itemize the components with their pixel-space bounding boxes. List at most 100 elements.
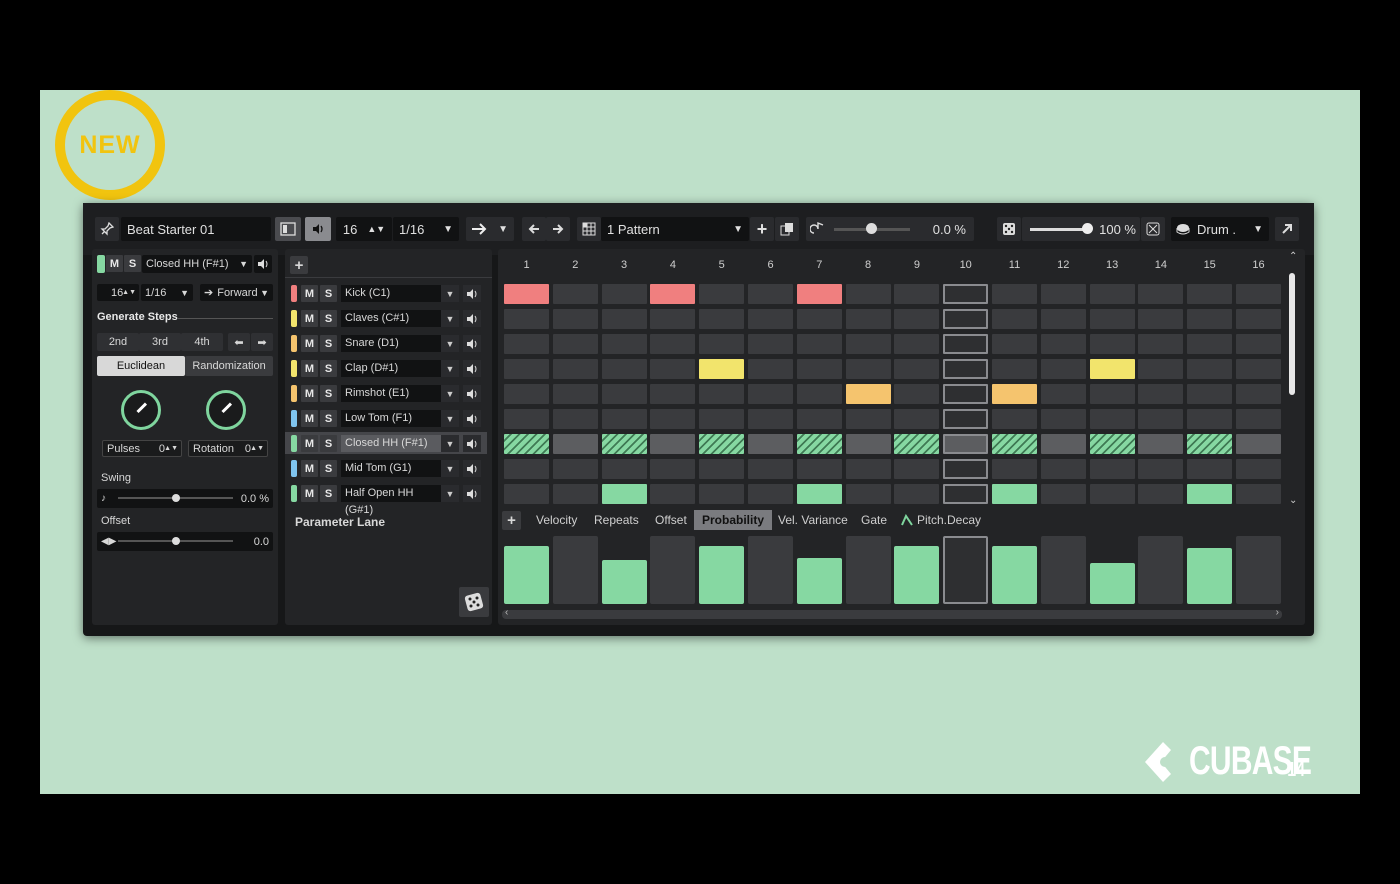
step-cell[interactable] [894,409,940,429]
step-cell[interactable] [943,409,989,429]
lane-row[interactable]: M S Rimshot (E1) ▼ [285,382,487,404]
step-cell[interactable] [845,284,891,304]
tab-pitch-decay[interactable]: Pitch.Decay [893,510,989,530]
step-cell[interactable] [1236,359,1281,379]
step-cell[interactable] [650,434,696,454]
step-cell[interactable] [552,359,598,379]
lane-preview-button[interactable] [463,285,481,302]
lane-preview-button[interactable] [463,310,481,327]
step-cell[interactable] [1138,484,1184,504]
step-cell[interactable] [1187,384,1233,404]
step-cell[interactable] [796,359,842,379]
step-cell[interactable] [748,409,793,429]
probability-bar[interactable] [552,536,598,604]
probability-bar[interactable] [1138,536,1184,604]
step-cell[interactable] [601,309,647,329]
step-cell[interactable] [552,484,598,504]
step-cell[interactable] [894,434,940,454]
step-cell[interactable] [1236,309,1281,329]
step-cell[interactable] [1089,309,1135,329]
step-cell[interactable] [601,409,647,429]
probability-bar[interactable] [650,536,696,604]
step-cell[interactable] [1040,309,1086,329]
step-cell[interactable] [1187,434,1233,454]
probability-bar[interactable] [748,536,793,604]
probability-bar[interactable] [943,536,989,604]
probability-bar[interactable] [845,536,891,604]
step-cell[interactable] [1089,284,1135,304]
lane-solo-button[interactable]: S [320,435,337,452]
vertical-scrollbar[interactable]: ⌃ ⌄ [1286,251,1300,509]
lane-solo-button[interactable]: S [320,310,337,327]
step-cell[interactable] [845,484,891,504]
step-cell[interactable] [650,309,696,329]
step-cell[interactable] [748,284,793,304]
step-cell[interactable] [845,434,891,454]
lane-solo-button[interactable]: S [320,410,337,427]
lane-row[interactable]: M S Half Open HH (G#1) ▼ [285,482,487,516]
probability-bar[interactable] [1040,536,1086,604]
pattern-select[interactable]: 1 Pattern ▼ [601,217,749,241]
lane-preview-button[interactable] [463,485,481,502]
tab-offset[interactable]: Offset [647,510,695,530]
lane-preview-button[interactable] [463,360,481,377]
step-cell[interactable] [699,384,745,404]
pulses-field[interactable]: Pulses 0 ▲▼ [102,440,182,457]
drum-map-select[interactable]: Drum . ▼ [1171,217,1269,241]
step-cell[interactable] [845,384,891,404]
step-cell[interactable] [1236,384,1281,404]
step-cell[interactable] [699,334,745,354]
lane-name-field[interactable]: Low Tom (F1) [341,410,441,427]
lane-preview-button[interactable] [463,385,481,402]
step-cell[interactable] [1040,384,1086,404]
step-cell[interactable] [552,409,598,429]
step-cell[interactable] [1089,409,1135,429]
step-cell[interactable] [504,334,549,354]
tab-gate[interactable]: Gate [853,510,895,530]
step-cell[interactable] [992,434,1037,454]
lane-mute-button[interactable]: M [301,285,318,302]
step-cell[interactable] [1187,334,1233,354]
step-cell[interactable] [552,384,598,404]
step-cell[interactable] [748,334,793,354]
step-cell[interactable] [894,384,940,404]
lane-mute-button[interactable]: M [301,310,318,327]
resolution-select[interactable]: 1/16 ▼ [393,217,459,241]
step-cell[interactable] [1236,284,1281,304]
step-cell[interactable] [943,309,989,329]
step-cell[interactable] [748,359,793,379]
step-cell[interactable] [992,334,1037,354]
horizontal-scrollbar[interactable]: ‹ › [502,607,1282,619]
scroll-thumb[interactable] [1289,273,1295,395]
step-cell[interactable] [1187,409,1233,429]
shift-right-button[interactable] [546,217,570,241]
pattern-name-field[interactable]: Beat Starter 01 [121,217,271,241]
lane-solo-button[interactable]: S [320,360,337,377]
lane-preview-button[interactable] [463,410,481,427]
probability-bar[interactable] [894,546,940,604]
step-cell[interactable] [1040,434,1086,454]
step-cell[interactable] [504,459,549,479]
open-editor-button[interactable] [1275,217,1299,241]
step-cell[interactable] [1138,284,1184,304]
lane-name-field[interactable]: Claves (C#1) [341,310,441,327]
pin-button[interactable] [95,217,119,241]
step-cell[interactable] [796,484,842,504]
step-cell[interactable] [1138,434,1184,454]
step-cell[interactable] [601,284,647,304]
gen-next-button[interactable]: ➡ [251,333,273,351]
step-cell[interactable] [601,359,647,379]
pattern-grid-button[interactable] [577,217,601,241]
step-cell[interactable] [552,434,598,454]
lane-name-field[interactable]: Snare (D1) [341,335,441,352]
lane-mute-button[interactable]: M [301,360,318,377]
randomize-lane-button[interactable] [459,587,489,617]
step-cell[interactable] [1040,484,1086,504]
step-cell[interactable] [699,359,745,379]
step-cell[interactable] [1040,359,1086,379]
step-cell[interactable] [699,434,745,454]
tab-probability[interactable]: Probability [694,510,773,530]
step-cell[interactable] [1040,459,1086,479]
step-cell[interactable] [796,434,842,454]
step-cell[interactable] [1236,334,1281,354]
